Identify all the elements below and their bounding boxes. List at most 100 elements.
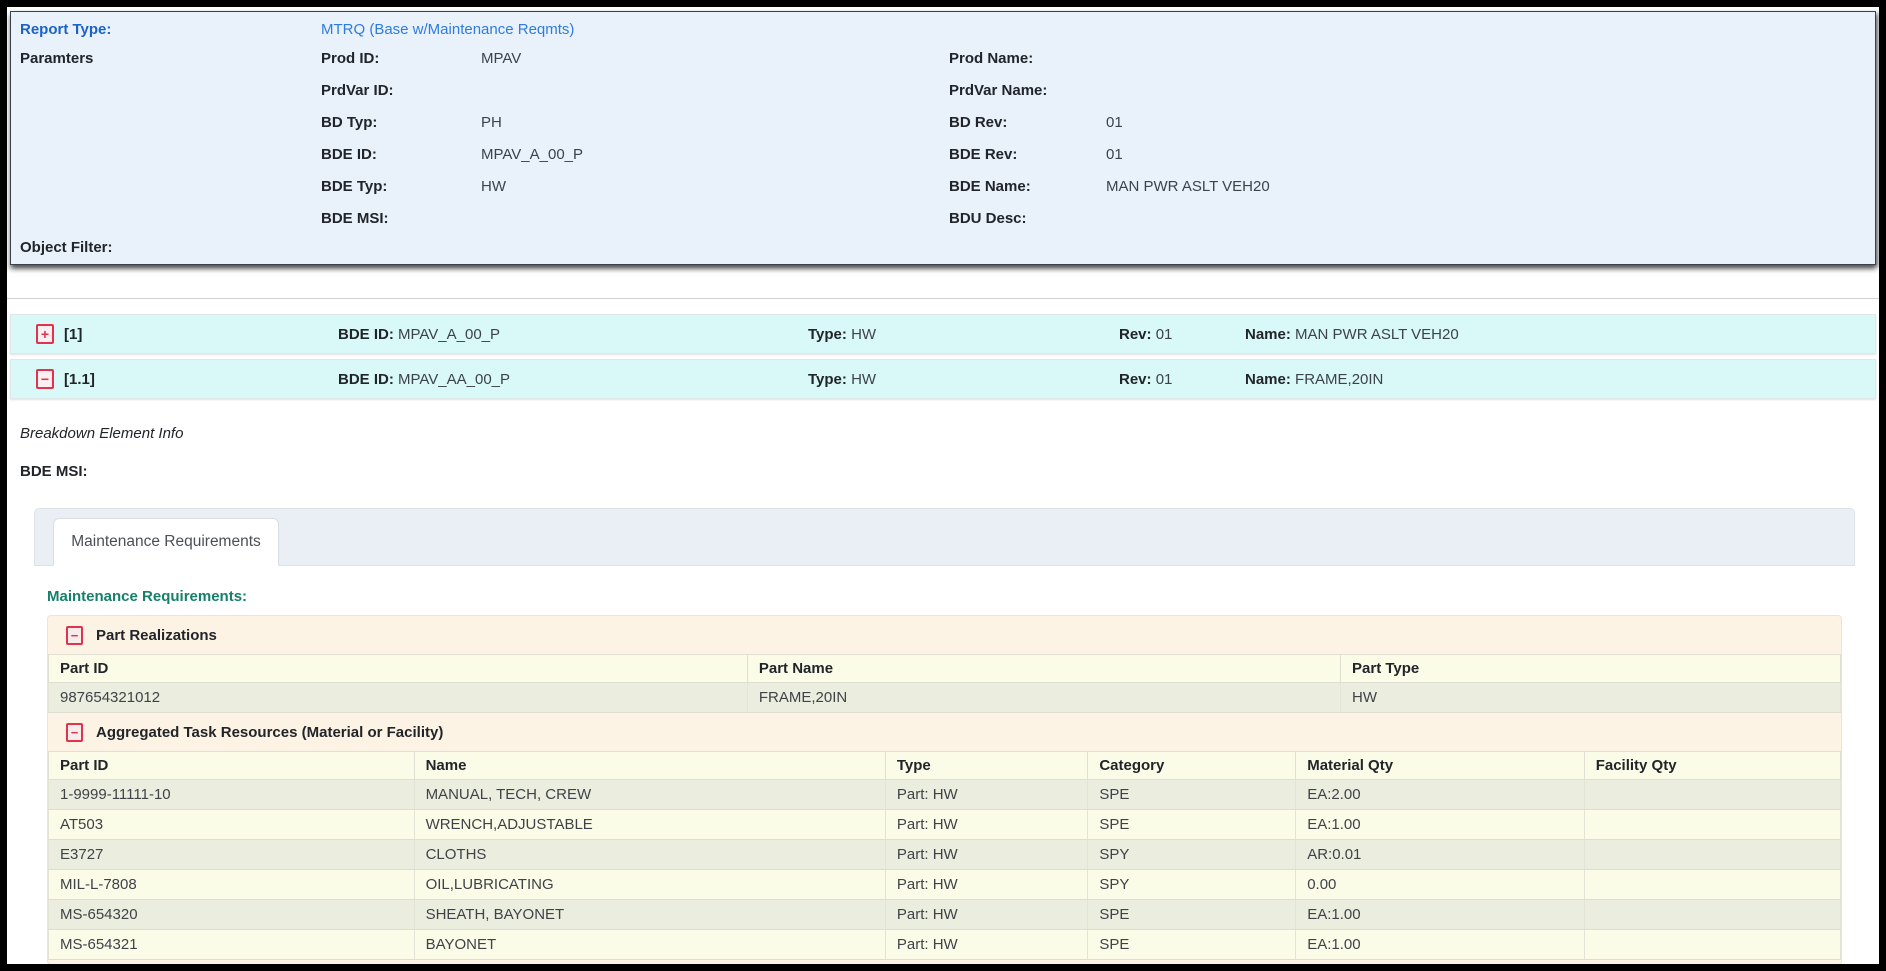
maintenance-requirements-heading: Maintenance Requirements: [47, 588, 1842, 605]
table-cell: 1-9999-11111-10 [49, 780, 415, 810]
table-cell: AT503 [49, 810, 415, 840]
table-cell: SHEATH, BAYONET [414, 900, 885, 930]
table-cell: Part: HW [885, 810, 1087, 840]
report-type-label: Report Type: [11, 21, 321, 38]
bde-msi-heading: BDE MSI: [20, 463, 1879, 480]
bde-id-label: BDE ID: [338, 326, 394, 343]
collapse-icon[interactable]: − [66, 626, 83, 645]
bde-id-value: MPAV_A_00_P [481, 146, 949, 163]
breakdown-tree: + [1] BDE ID: MPAV_A_00_P Type: HW Rev: … [10, 314, 1876, 399]
table-cell: 987654321012 [49, 683, 748, 713]
expand-icon[interactable]: + [36, 324, 54, 344]
collapse-icon[interactable]: − [66, 723, 83, 742]
table-cell: SPE [1088, 900, 1296, 930]
bde-id-label: BDE ID: [338, 371, 394, 388]
bde-id-value: MPAV_AA_00_P [398, 371, 510, 388]
column-header: Part Type [1341, 655, 1841, 683]
tree-row-1-1[interactable]: − [1.1] BDE ID: MPAV_AA_00_P Type: HW Re… [10, 359, 1876, 399]
table-cell: MS-654320 [49, 900, 415, 930]
table-cell: OIL,LUBRICATING [414, 870, 885, 900]
table-row: 1-9999-11111-10MANUAL, TECH, CREWPart: H… [49, 780, 1841, 810]
report-type-value[interactable]: MTRQ (Base w/Maintenance Reqmts) [321, 21, 1875, 38]
tab-maintenance-requirements[interactable]: Maintenance Requirements [53, 518, 279, 566]
tab-card: Maintenance Requirements Maintenance Req… [34, 508, 1855, 965]
table-cell: MIL-L-7808 [49, 870, 415, 900]
name-value: MAN PWR ASLT VEH20 [1295, 326, 1459, 343]
table-cell [1584, 840, 1840, 870]
aggregated-task-resources-table: Part IDNameTypeCategoryMaterial QtyFacil… [48, 751, 1841, 960]
report-page: Report Type: MTRQ (Base w/Maintenance Re… [0, 0, 1886, 971]
tree-index: [1.1] [64, 371, 338, 388]
table-row: MIL-L-7808OIL,LUBRICATINGPart: HWSPY0.00 [49, 870, 1841, 900]
column-header: Facility Qty [1584, 752, 1840, 780]
prod-id-value: MPAV [481, 50, 949, 67]
table-cell: Part: HW [885, 900, 1087, 930]
table-cell: SPE [1088, 810, 1296, 840]
table-cell: SPY [1088, 840, 1296, 870]
table-cell: MANUAL, TECH, CREW [414, 780, 885, 810]
rev-value: 01 [1156, 371, 1173, 388]
table-cell: FRAME,20IN [747, 683, 1340, 713]
column-header: Part Name [747, 655, 1340, 683]
bde-msi-label: BDE MSI: [321, 210, 481, 227]
table-cell: HW [1341, 683, 1841, 713]
table-cell: WRENCH,ADJUSTABLE [414, 810, 885, 840]
part-realizations-table: Part IDPart NamePart Type987654321012FRA… [48, 654, 1841, 713]
table-cell: SPE [1088, 780, 1296, 810]
bd-typ-label: BD Typ: [321, 114, 481, 131]
section-divider [7, 298, 1879, 299]
prod-name-label: Prod Name: [949, 50, 1106, 67]
bde-rev-label: BDE Rev: [949, 146, 1106, 163]
part-realizations-header: − Part Realizations [48, 616, 1841, 654]
rev-label: Rev: [1119, 371, 1152, 388]
bde-rev-value: 01 [1106, 146, 1875, 163]
table-cell: SPE [1088, 930, 1296, 960]
rev-label: Rev: [1119, 326, 1152, 343]
prdvar-name-label: PrdVar Name: [949, 82, 1106, 99]
table-cell: E3727 [49, 840, 415, 870]
table-cell: Part: HW [885, 870, 1087, 900]
table-cell [1584, 810, 1840, 840]
tab-bar: Maintenance Requirements [34, 508, 1855, 566]
table-cell: Part: HW [885, 780, 1087, 810]
column-header: Material Qty [1296, 752, 1585, 780]
prdvar-id-label: PrdVar ID: [321, 82, 481, 99]
column-header: Name [414, 752, 885, 780]
tab-content: Maintenance Requirements: − Part Realiza… [34, 566, 1855, 965]
table-row: MS-654321BAYONETPart: HWSPEEA:1.00 [49, 930, 1841, 960]
bde-name-label: BDE Name: [949, 178, 1106, 195]
column-header: Part ID [49, 752, 415, 780]
column-header: Part ID [49, 655, 748, 683]
column-header: Category [1088, 752, 1296, 780]
type-value: HW [851, 371, 876, 388]
table-row: MS-654320SHEATH, BAYONETPart: HWSPEEA:1.… [49, 900, 1841, 930]
table-row: 987654321012FRAME,20INHW [49, 683, 1841, 713]
bde-name-value: MAN PWR ASLT VEH20 [1106, 178, 1875, 195]
table-cell: EA:1.00 [1296, 900, 1585, 930]
type-label: Type: [808, 326, 847, 343]
table-row: E3727CLOTHSPart: HWSPYAR:0.01 [49, 840, 1841, 870]
table-cell: Part: HW [885, 930, 1087, 960]
name-label: Name: [1245, 326, 1291, 343]
table-cell [1584, 930, 1840, 960]
tree-row-1[interactable]: + [1] BDE ID: MPAV_A_00_P Type: HW Rev: … [10, 314, 1876, 354]
aggregated-task-resources-header: − Aggregated Task Resources (Material or… [48, 713, 1841, 751]
bde-typ-label: BDE Typ: [321, 178, 481, 195]
bde-typ-value: HW [481, 178, 949, 195]
table-cell: BAYONET [414, 930, 885, 960]
table-cell: AR:0.01 [1296, 840, 1585, 870]
table-cell: EA:1.00 [1296, 930, 1585, 960]
type-value: HW [851, 326, 876, 343]
type-label: Type: [808, 371, 847, 388]
name-value: FRAME,20IN [1295, 371, 1383, 388]
tree-index: [1] [64, 326, 338, 343]
table-cell: Part: HW [885, 840, 1087, 870]
aggregated-task-resources-title: Aggregated Task Resources (Material or F… [96, 724, 443, 741]
bdu-desc-label: BDU Desc: [949, 210, 1106, 227]
collapse-icon[interactable]: − [36, 369, 54, 389]
table-cell: MS-654321 [49, 930, 415, 960]
maintenance-requirements-section: − Part Realizations Part IDPart NamePart… [47, 615, 1842, 965]
table-cell: EA:2.00 [1296, 780, 1585, 810]
bde-id-value: MPAV_A_00_P [398, 326, 500, 343]
parameters-label: Paramters [11, 50, 321, 67]
